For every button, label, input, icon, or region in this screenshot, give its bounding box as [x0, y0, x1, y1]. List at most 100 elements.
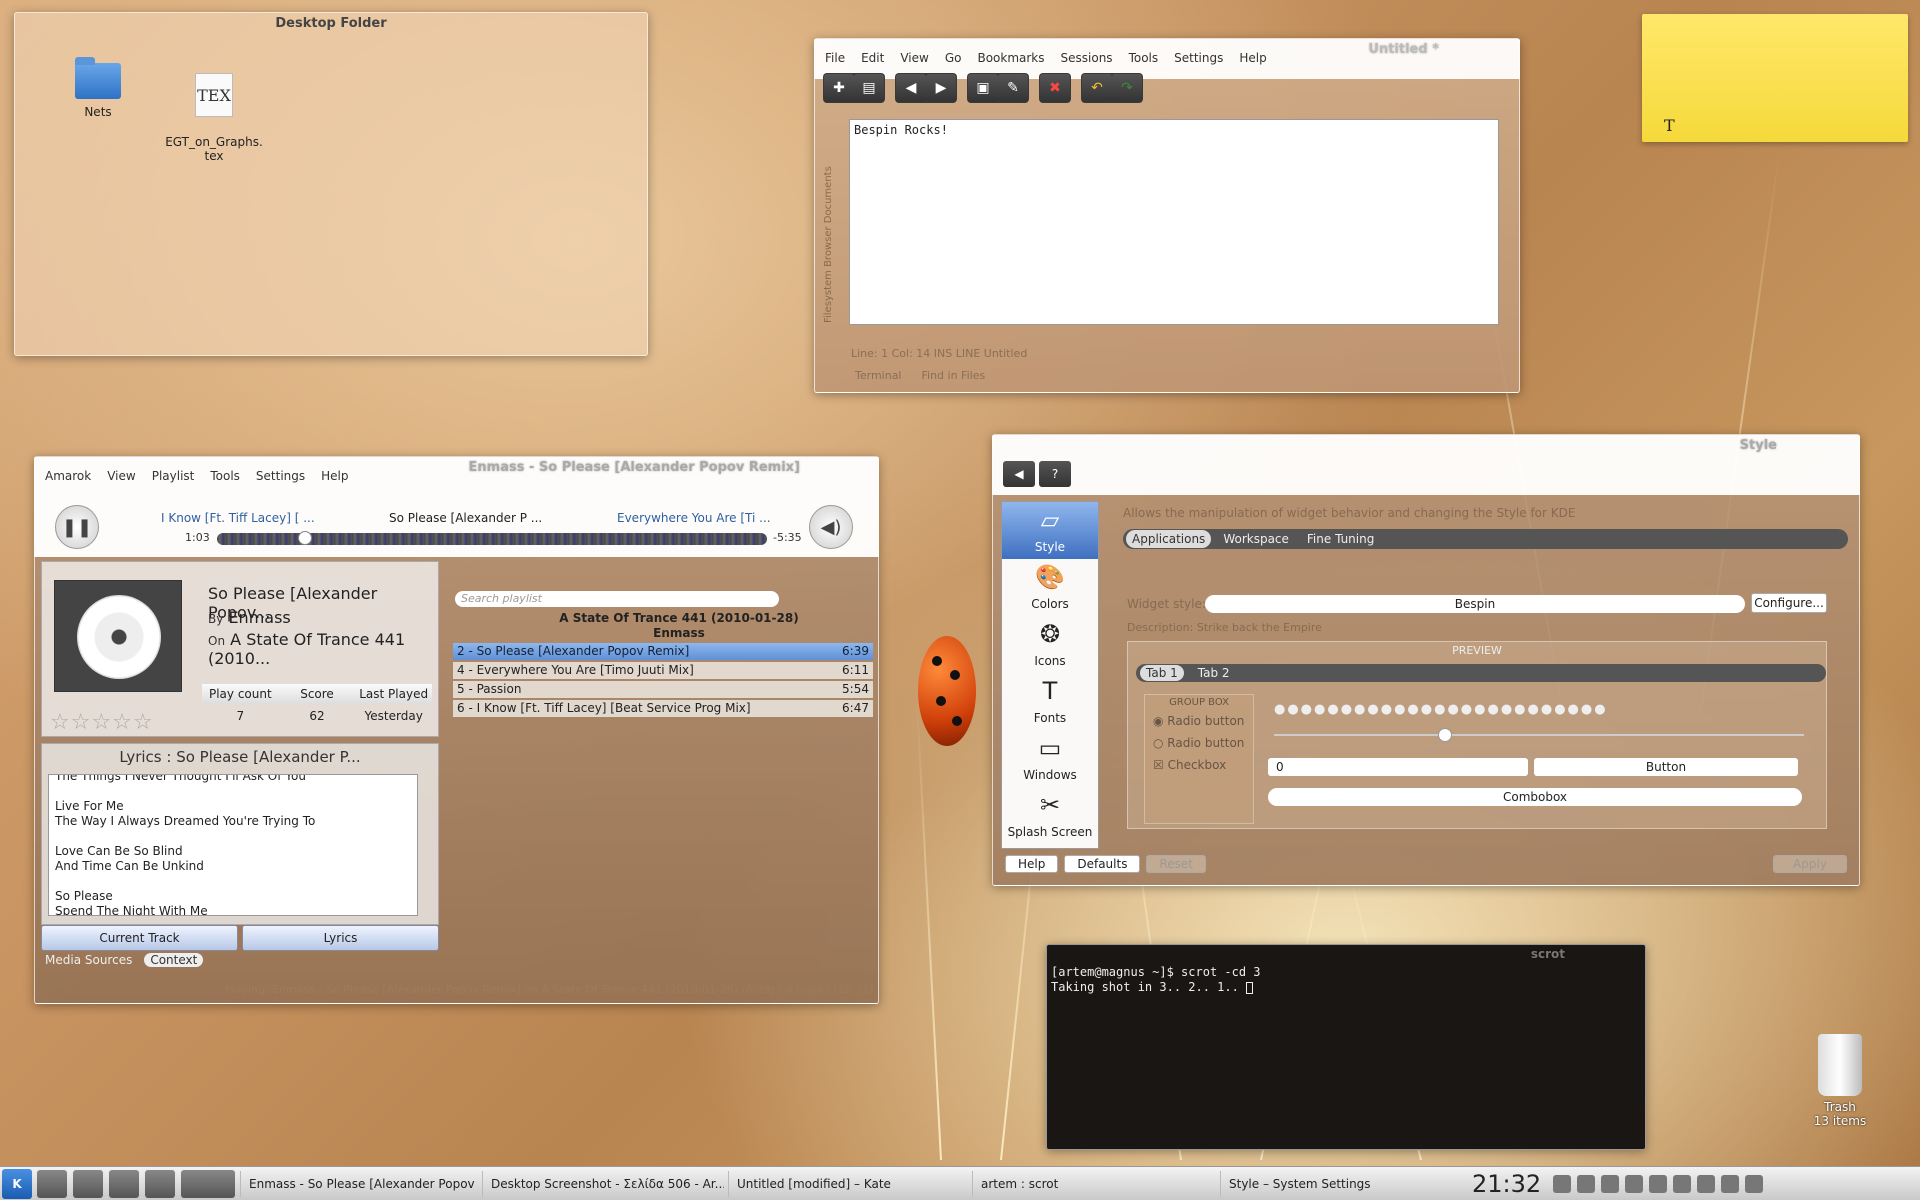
slider-knob[interactable]	[1438, 728, 1452, 742]
new-document-icon[interactable]: ✚	[824, 74, 854, 102]
tray-icon[interactable]	[1673, 1174, 1692, 1193]
category-splash-screen[interactable]: Splash Screen	[1002, 787, 1098, 844]
menu-settings[interactable]: Settings	[256, 469, 305, 483]
lyrics-text[interactable]: The Things I Never Thought I'll Ask Of Y…	[48, 774, 418, 916]
tab-fine-tuning[interactable]: Fine Tuning	[1301, 530, 1380, 548]
preview-tab-1[interactable]: Tab 1	[1140, 665, 1184, 681]
kde-menu-icon[interactable]: K	[2, 1168, 32, 1199]
task-system-settings[interactable]: Style – System Settings	[1220, 1170, 1460, 1197]
menu-tools[interactable]: Tools	[1129, 51, 1159, 65]
menu-help[interactable]: Help	[1239, 51, 1266, 65]
terminal-tool-tab[interactable]: Terminal	[855, 369, 902, 382]
file-manager-launcher-icon[interactable]	[73, 1169, 103, 1198]
preview-button[interactable]: Button	[1534, 758, 1798, 776]
playlist-row[interactable]: 4 - Everywhere You Are [Timo Juuti Mix] …	[453, 662, 873, 679]
close-document-icon[interactable]: ✖	[1040, 74, 1070, 102]
next-track-label[interactable]: Everywhere You Are [Ti ...	[617, 511, 771, 525]
menu-bookmarks[interactable]: Bookmarks	[977, 51, 1044, 65]
forward-arrow-icon[interactable]: ▶	[926, 74, 956, 102]
widget-style-combobox[interactable]: Bespin	[1205, 595, 1745, 613]
undo-icon[interactable]: ↶	[1082, 74, 1112, 102]
menu-amarok[interactable]: Amarok	[45, 469, 91, 483]
find-in-files-tool-tab[interactable]: Find in Files	[922, 369, 986, 382]
menu-view[interactable]: View	[900, 51, 928, 65]
playlist-row[interactable]: 5 - Passion 5:54	[453, 681, 873, 698]
reset-button[interactable]: Reset	[1146, 855, 1206, 873]
category-windows[interactable]: Windows	[1002, 730, 1098, 787]
browser-launcher-icon[interactable]	[109, 1169, 139, 1198]
menu-edit[interactable]: Edit	[861, 51, 884, 65]
preview-combobox[interactable]: Combobox	[1268, 788, 1802, 806]
side-panel-tabs[interactable]: Filesystem Browser Documents	[823, 123, 843, 323]
rating-stars[interactable]: ☆☆☆☆☆	[50, 710, 154, 735]
back-arrow-icon[interactable]: ◀	[1003, 461, 1035, 487]
help-button[interactable]: Help	[1005, 855, 1059, 873]
redo-icon[interactable]: ↷	[1112, 74, 1142, 102]
tab-media-sources[interactable]: Media Sources	[45, 953, 132, 967]
tray-icon[interactable]	[1721, 1174, 1740, 1193]
terminal-output[interactable]: [artem@magnus ~]$ scrot -cd 3 Taking sho…	[1051, 965, 1261, 995]
task-kate[interactable]: Untitled [modified] – Kate	[728, 1170, 968, 1197]
track-progress-slider[interactable]	[217, 531, 767, 545]
pager-icon[interactable]	[181, 1169, 235, 1198]
pause-icon[interactable]: ❚❚	[55, 505, 99, 549]
volume-icon[interactable]: ◀)	[809, 505, 853, 549]
save-as-icon[interactable]: ▣	[968, 74, 998, 102]
configure-button[interactable]: Configure...	[1751, 593, 1827, 613]
task-amarok[interactable]: Enmass - So Please [Alexander Popov ...	[240, 1170, 478, 1197]
apply-button[interactable]: Apply	[1773, 855, 1847, 873]
save-icon[interactable]: ▤	[854, 74, 884, 102]
tab-workspace[interactable]: Workspace	[1217, 530, 1295, 548]
menu-sessions[interactable]: Sessions	[1061, 51, 1113, 65]
category-fonts[interactable]: Fonts	[1002, 673, 1098, 730]
playlist-row[interactable]: 2 - So Please [Alexander Popov Remix] 6:…	[453, 643, 873, 660]
preview-tab-2[interactable]: Tab 2	[1192, 665, 1236, 681]
tray-icon[interactable]	[1601, 1174, 1620, 1193]
tray-icon[interactable]	[1625, 1174, 1644, 1193]
help-icon[interactable]: ?	[1039, 461, 1071, 487]
checkbox[interactable]: ☒ Checkbox	[1145, 754, 1253, 776]
text-editor[interactable]: Bespin Rocks!	[849, 119, 1499, 325]
trash-widget[interactable]: Trash 13 items	[1800, 1034, 1880, 1128]
category-style[interactable]: Style	[1002, 502, 1098, 559]
menu-view[interactable]: View	[107, 469, 135, 483]
previous-track-label[interactable]: I Know [Ft. Tiff Lacey] [ ...	[161, 511, 315, 525]
terminal-launcher-icon[interactable]	[37, 1169, 67, 1198]
menu-settings[interactable]: Settings	[1174, 51, 1223, 65]
progress-knob[interactable]	[298, 531, 312, 545]
tray-icon[interactable]	[1745, 1174, 1764, 1193]
spinbox[interactable]: 0	[1268, 758, 1528, 776]
desktop-icon-nets[interactable]: Nets	[43, 57, 153, 119]
edit-icon[interactable]: ✎	[998, 74, 1028, 102]
tray-icon[interactable]	[1697, 1174, 1716, 1193]
menu-tools[interactable]: Tools	[210, 469, 240, 483]
preview-slider[interactable]	[1274, 728, 1804, 742]
radio-button-2[interactable]: ○ Radio button	[1145, 732, 1253, 754]
radio-button-1[interactable]: ◉ Radio button	[1145, 710, 1253, 732]
category-icons[interactable]: Icons	[1002, 616, 1098, 673]
menu-file[interactable]: File	[825, 51, 845, 65]
tray-icon[interactable]	[1649, 1174, 1668, 1193]
settings-launcher-icon[interactable]	[145, 1169, 175, 1198]
tray-icon[interactable]	[1553, 1174, 1572, 1193]
tab-current-track[interactable]: Current Track	[41, 925, 238, 951]
playlist-row[interactable]: 6 - I Know [Ft. Tiff Lacey] [Beat Servic…	[453, 700, 873, 717]
menu-playlist[interactable]: Playlist	[152, 469, 195, 483]
task-konsole[interactable]: artem : scrot	[972, 1170, 1216, 1197]
sticky-note[interactable]: T	[1642, 14, 1908, 142]
menu-go[interactable]: Go	[945, 51, 962, 65]
clock[interactable]: 21:32	[1472, 1170, 1541, 1198]
tab-applications[interactable]: Applications	[1126, 530, 1212, 548]
back-arrow-icon[interactable]: ◀	[896, 74, 926, 102]
artist-name: Enmass	[228, 608, 291, 627]
tab-lyrics[interactable]: Lyrics	[242, 925, 439, 951]
tab-context[interactable]: Context	[144, 953, 204, 967]
playlist-search-input[interactable]: Search playlist	[455, 591, 779, 607]
menu-help[interactable]: Help	[321, 469, 348, 483]
task-browser[interactable]: Desktop Screenshot - Σελίδα 506 - Ar...	[482, 1170, 724, 1197]
tray-icon[interactable]	[1577, 1174, 1596, 1193]
desktop-icon-tex[interactable]: TEX EGT_on_Graphs. tex	[159, 59, 269, 177]
window-title: scrot	[1530, 947, 1565, 961]
defaults-button[interactable]: Defaults	[1064, 855, 1141, 873]
category-colors[interactable]: Colors	[1002, 559, 1098, 616]
